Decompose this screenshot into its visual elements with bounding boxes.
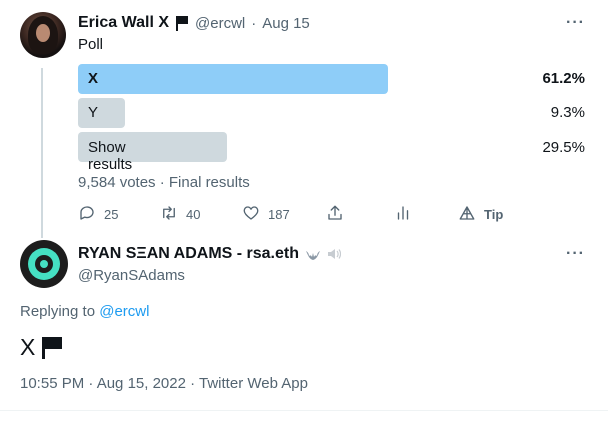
analytics-icon xyxy=(394,204,412,225)
more-options-button[interactable]: ··· xyxy=(566,14,585,32)
reply-text: X xyxy=(20,334,63,361)
retweet-button[interactable]: 40 xyxy=(160,204,200,225)
separator: · xyxy=(251,14,257,32)
tweet-header: Erica Wall X @ercwl · Aug 15 xyxy=(78,14,310,32)
retweet-count: 40 xyxy=(186,207,201,222)
share-button[interactable] xyxy=(326,204,344,225)
poll-bar-y xyxy=(78,98,125,128)
tip-button[interactable]: Tip xyxy=(458,204,503,225)
reply-count: 25 xyxy=(104,207,119,222)
reply-header: RYAN SΞAN ADAMS - rsa.eth xyxy=(78,245,342,263)
author-handle[interactable]: @ercwl xyxy=(195,15,245,32)
reply-button[interactable]: 25 xyxy=(78,204,118,225)
poll-summary: 9,584 votes · Final results xyxy=(78,174,250,191)
tweet-date[interactable]: Aug 15 xyxy=(262,15,310,32)
replying-prefix: Replying to xyxy=(20,303,96,320)
reply-icon xyxy=(78,204,96,225)
replying-to-link[interactable]: @ercwl xyxy=(99,303,149,320)
avatar[interactable] xyxy=(20,12,66,58)
thread-line xyxy=(41,68,43,238)
reply-text-content: X xyxy=(20,334,36,360)
flag-icon xyxy=(41,336,63,360)
like-button[interactable]: 187 xyxy=(242,204,290,225)
timestamp[interactable]: 10:55 PM · Aug 15, 2022 · Twitter Web Ap… xyxy=(20,375,308,392)
poll-option-percent: 9.3% xyxy=(550,104,585,121)
replying-to: Replying to @ercwl xyxy=(20,303,149,320)
more-options-button[interactable]: ··· xyxy=(566,245,585,263)
analytics-button[interactable] xyxy=(394,204,412,225)
share-icon xyxy=(326,204,344,225)
retweet-icon xyxy=(160,204,178,225)
bat-icon xyxy=(305,247,321,261)
author-name[interactable]: RYAN SΞAN ADAMS - rsa.eth xyxy=(78,245,299,263)
author-handle[interactable]: @RyanSAdams xyxy=(78,267,185,284)
like-icon xyxy=(242,204,260,225)
poll-option-label: Y xyxy=(88,104,99,121)
poll-option-label: X xyxy=(88,70,99,87)
flag-icon xyxy=(175,15,189,31)
poll-option-percent: 61.2% xyxy=(542,70,585,87)
poll-bar-x xyxy=(78,64,388,94)
tip-icon xyxy=(458,204,476,225)
poll-option-percent: 29.5% xyxy=(542,139,585,156)
poll-option-label: Show results xyxy=(88,139,133,173)
speaker-icon xyxy=(327,247,342,261)
author-name[interactable]: Erica Wall X xyxy=(78,14,169,32)
avatar[interactable] xyxy=(20,240,68,288)
like-count: 187 xyxy=(268,207,290,222)
tip-label: Tip xyxy=(484,207,504,222)
tweet-text: Poll xyxy=(78,36,104,53)
divider xyxy=(0,410,608,411)
